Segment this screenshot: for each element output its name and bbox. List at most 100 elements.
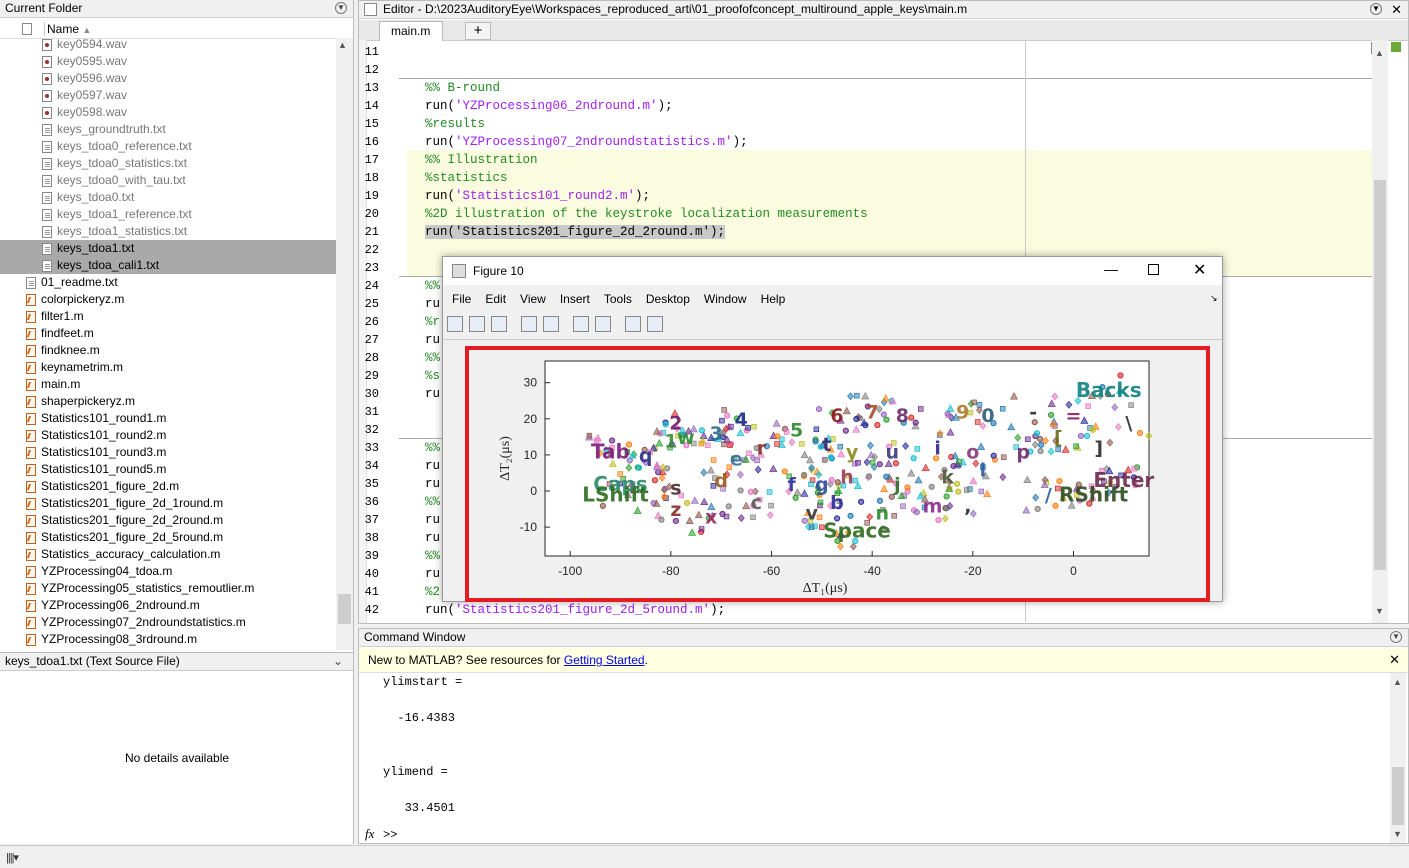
code-line[interactable]: %s — [425, 367, 440, 385]
file-row[interactable]: keynametrim.m — [0, 359, 336, 376]
new-icon[interactable] — [447, 316, 463, 332]
file-row[interactable]: key0596.wav — [0, 70, 336, 87]
file-row[interactable]: YZProcessing05_statistics_remoutlier.m — [0, 580, 336, 597]
file-row[interactable]: shaperpickeryz.m — [0, 393, 336, 410]
file-row[interactable]: Statistics201_figure_2d_5round.m — [0, 529, 336, 546]
code-line[interactable]: ru — [425, 475, 440, 493]
code-line[interactable]: %2 — [425, 583, 440, 601]
panel-menu-icon[interactable]: ▼ — [335, 2, 347, 14]
file-row[interactable]: filter1.m — [0, 308, 336, 325]
code-line[interactable]: ru — [425, 565, 440, 583]
getting-started-link[interactable]: Getting Started — [564, 653, 645, 667]
file-row[interactable]: key0598.wav — [0, 104, 336, 121]
file-row[interactable]: colorpickeryz.m — [0, 291, 336, 308]
file-row[interactable]: main.m — [0, 376, 336, 393]
figure-menu-insert[interactable]: Insert — [560, 292, 590, 306]
fx-icon[interactable]: fx — [365, 826, 374, 842]
link-icon[interactable] — [543, 316, 559, 332]
code-line[interactable]: run('YZProcessing07_2ndroundstatistics.m… — [425, 133, 748, 151]
figure-menu-edit[interactable]: Edit — [485, 292, 506, 306]
file-row[interactable]: key0595.wav — [0, 53, 336, 70]
code-line[interactable]: %r — [425, 313, 440, 331]
file-row[interactable]: Statistics101_round1.m — [0, 410, 336, 427]
figure-menu-desktop[interactable]: Desktop — [646, 292, 690, 306]
file-row[interactable]: Statistics201_figure_2d_2round.m — [0, 512, 336, 529]
code-line[interactable]: ru — [425, 295, 440, 313]
cmd-scroll-down-icon[interactable]: ▼ — [1393, 829, 1402, 839]
save-icon[interactable] — [491, 316, 507, 332]
file-row[interactable]: YZProcessing04_tdoa.m — [0, 563, 336, 580]
code-line[interactable]: ru — [425, 457, 440, 475]
file-row[interactable]: YZProcessing07_2ndroundstatistics.m — [0, 614, 336, 631]
pointer-icon[interactable] — [625, 316, 641, 332]
chevron-down-icon[interactable]: ⌄ — [333, 653, 343, 670]
code-line[interactable]: run('YZProcessing06_2ndround.m'); — [425, 97, 673, 115]
tab-main-m[interactable]: main.m — [379, 21, 443, 41]
file-row[interactable]: 01_readme.txt — [0, 274, 336, 291]
file-row[interactable]: YZProcessing06_2ndround.m — [0, 597, 336, 614]
banner-close-icon[interactable]: ✕ — [1389, 648, 1400, 672]
file-row[interactable]: keys_tdoa1.txt — [0, 240, 336, 257]
figure-window[interactable]: Figure 10 — ✕ File Edit View Insert Tools Des… — [442, 256, 1223, 602]
code-line[interactable]: %results — [425, 115, 485, 133]
command-scrollbar[interactable]: ▲ ▼ — [1390, 673, 1406, 843]
command-window[interactable]: Command Window ▼ New to MATLAB? See reso… — [358, 628, 1409, 844]
file-row[interactable]: Statistics101_round5.m — [0, 461, 336, 478]
status-bars-icon[interactable]: ||||▾ — [6, 851, 19, 864]
editor-close-icon[interactable]: ✕ — [1391, 1, 1402, 18]
figure-menu-tools[interactable]: Tools — [604, 292, 632, 306]
colorbar-icon[interactable] — [573, 316, 589, 332]
code-line[interactable]: %% — [425, 439, 440, 457]
code-line[interactable]: %% Illustration — [425, 151, 538, 169]
name-column-header[interactable]: Name ▲ — [44, 22, 91, 36]
editor-menu-icon[interactable]: ▼ — [1370, 3, 1382, 15]
file-row[interactable]: keys_tdoa1_statistics.txt — [0, 223, 336, 240]
file-row[interactable]: keys_groundtruth.txt — [0, 121, 336, 138]
code-line[interactable]: %% — [425, 493, 440, 511]
file-row[interactable]: key0594.wav — [0, 38, 336, 53]
code-line[interactable]: %statistics — [425, 169, 508, 187]
code-line[interactable]: %% — [425, 349, 440, 367]
figure-menu-window[interactable]: Window — [704, 292, 747, 306]
file-row[interactable]: keys_tdoa_cali1.txt — [0, 257, 336, 274]
scroll-up-icon[interactable]: ▲ — [338, 40, 347, 50]
code-line[interactable]: ru — [425, 385, 440, 403]
file-row[interactable]: Statistics201_figure_2d.m — [0, 478, 336, 495]
open-icon[interactable] — [469, 316, 485, 332]
file-row[interactable]: keys_tdoa1_reference.txt — [0, 206, 336, 223]
code-line[interactable]: ru — [425, 331, 440, 349]
file-list-scrollbar[interactable]: ▲ — [336, 38, 353, 650]
code-line[interactable]: run('Statistics201_figure_2d_5round.m'); — [425, 601, 725, 619]
cmd-scroll-thumb[interactable] — [1392, 767, 1404, 825]
editor-scroll-up-icon[interactable]: ▲ — [1375, 48, 1384, 58]
code-line[interactable]: %% — [425, 547, 440, 565]
figure-menu-view[interactable]: View — [520, 292, 546, 306]
editor-scroll-thumb[interactable] — [1374, 180, 1386, 570]
code-line[interactable]: %% B-round — [425, 79, 500, 97]
editor-scrollbar[interactable]: ▲ ▼ — [1372, 40, 1388, 623]
file-row[interactable]: Statistics_accuracy_calculation.m — [0, 546, 336, 563]
file-row[interactable]: findknee.m — [0, 342, 336, 359]
file-row[interactable]: keys_tdoa0.txt — [0, 189, 336, 206]
editor-scroll-down-icon[interactable]: ▼ — [1375, 606, 1384, 616]
file-row[interactable]: key0597.wav — [0, 87, 336, 104]
code-line[interactable]: ru — [425, 511, 440, 529]
code-line[interactable]: run('Statistics101_round2.m'); — [425, 187, 650, 205]
add-tab-button[interactable]: + — [465, 22, 491, 40]
details-header[interactable]: keys_tdoa1.txt (Text Source File) ⌄ — [0, 653, 353, 671]
figure-menu-help[interactable]: Help — [761, 292, 786, 306]
legend-icon[interactable] — [595, 316, 611, 332]
propertyeditor-icon[interactable] — [647, 316, 663, 332]
dock-arrow-icon[interactable]: ↘ — [1210, 293, 1218, 304]
file-row[interactable]: keys_tdoa0_reference.txt — [0, 138, 336, 155]
command-prompt[interactable]: >> — [383, 828, 397, 842]
column-header[interactable]: Name ▲ — [0, 20, 336, 39]
file-row[interactable]: Statistics201_figure_2d_1round.m — [0, 495, 336, 512]
file-row[interactable]: YZProcessing08_3rdround.m — [0, 631, 336, 648]
code-line[interactable]: %2D illustration of the keystroke locali… — [425, 205, 868, 223]
command-menu-icon[interactable]: ▼ — [1390, 631, 1402, 643]
file-row[interactable]: Statistics101_round3.m — [0, 444, 336, 461]
figure-close-icon[interactable]: ✕ — [1193, 260, 1206, 280]
print-icon[interactable] — [521, 316, 537, 332]
figure-menu-file[interactable]: File — [452, 292, 471, 306]
